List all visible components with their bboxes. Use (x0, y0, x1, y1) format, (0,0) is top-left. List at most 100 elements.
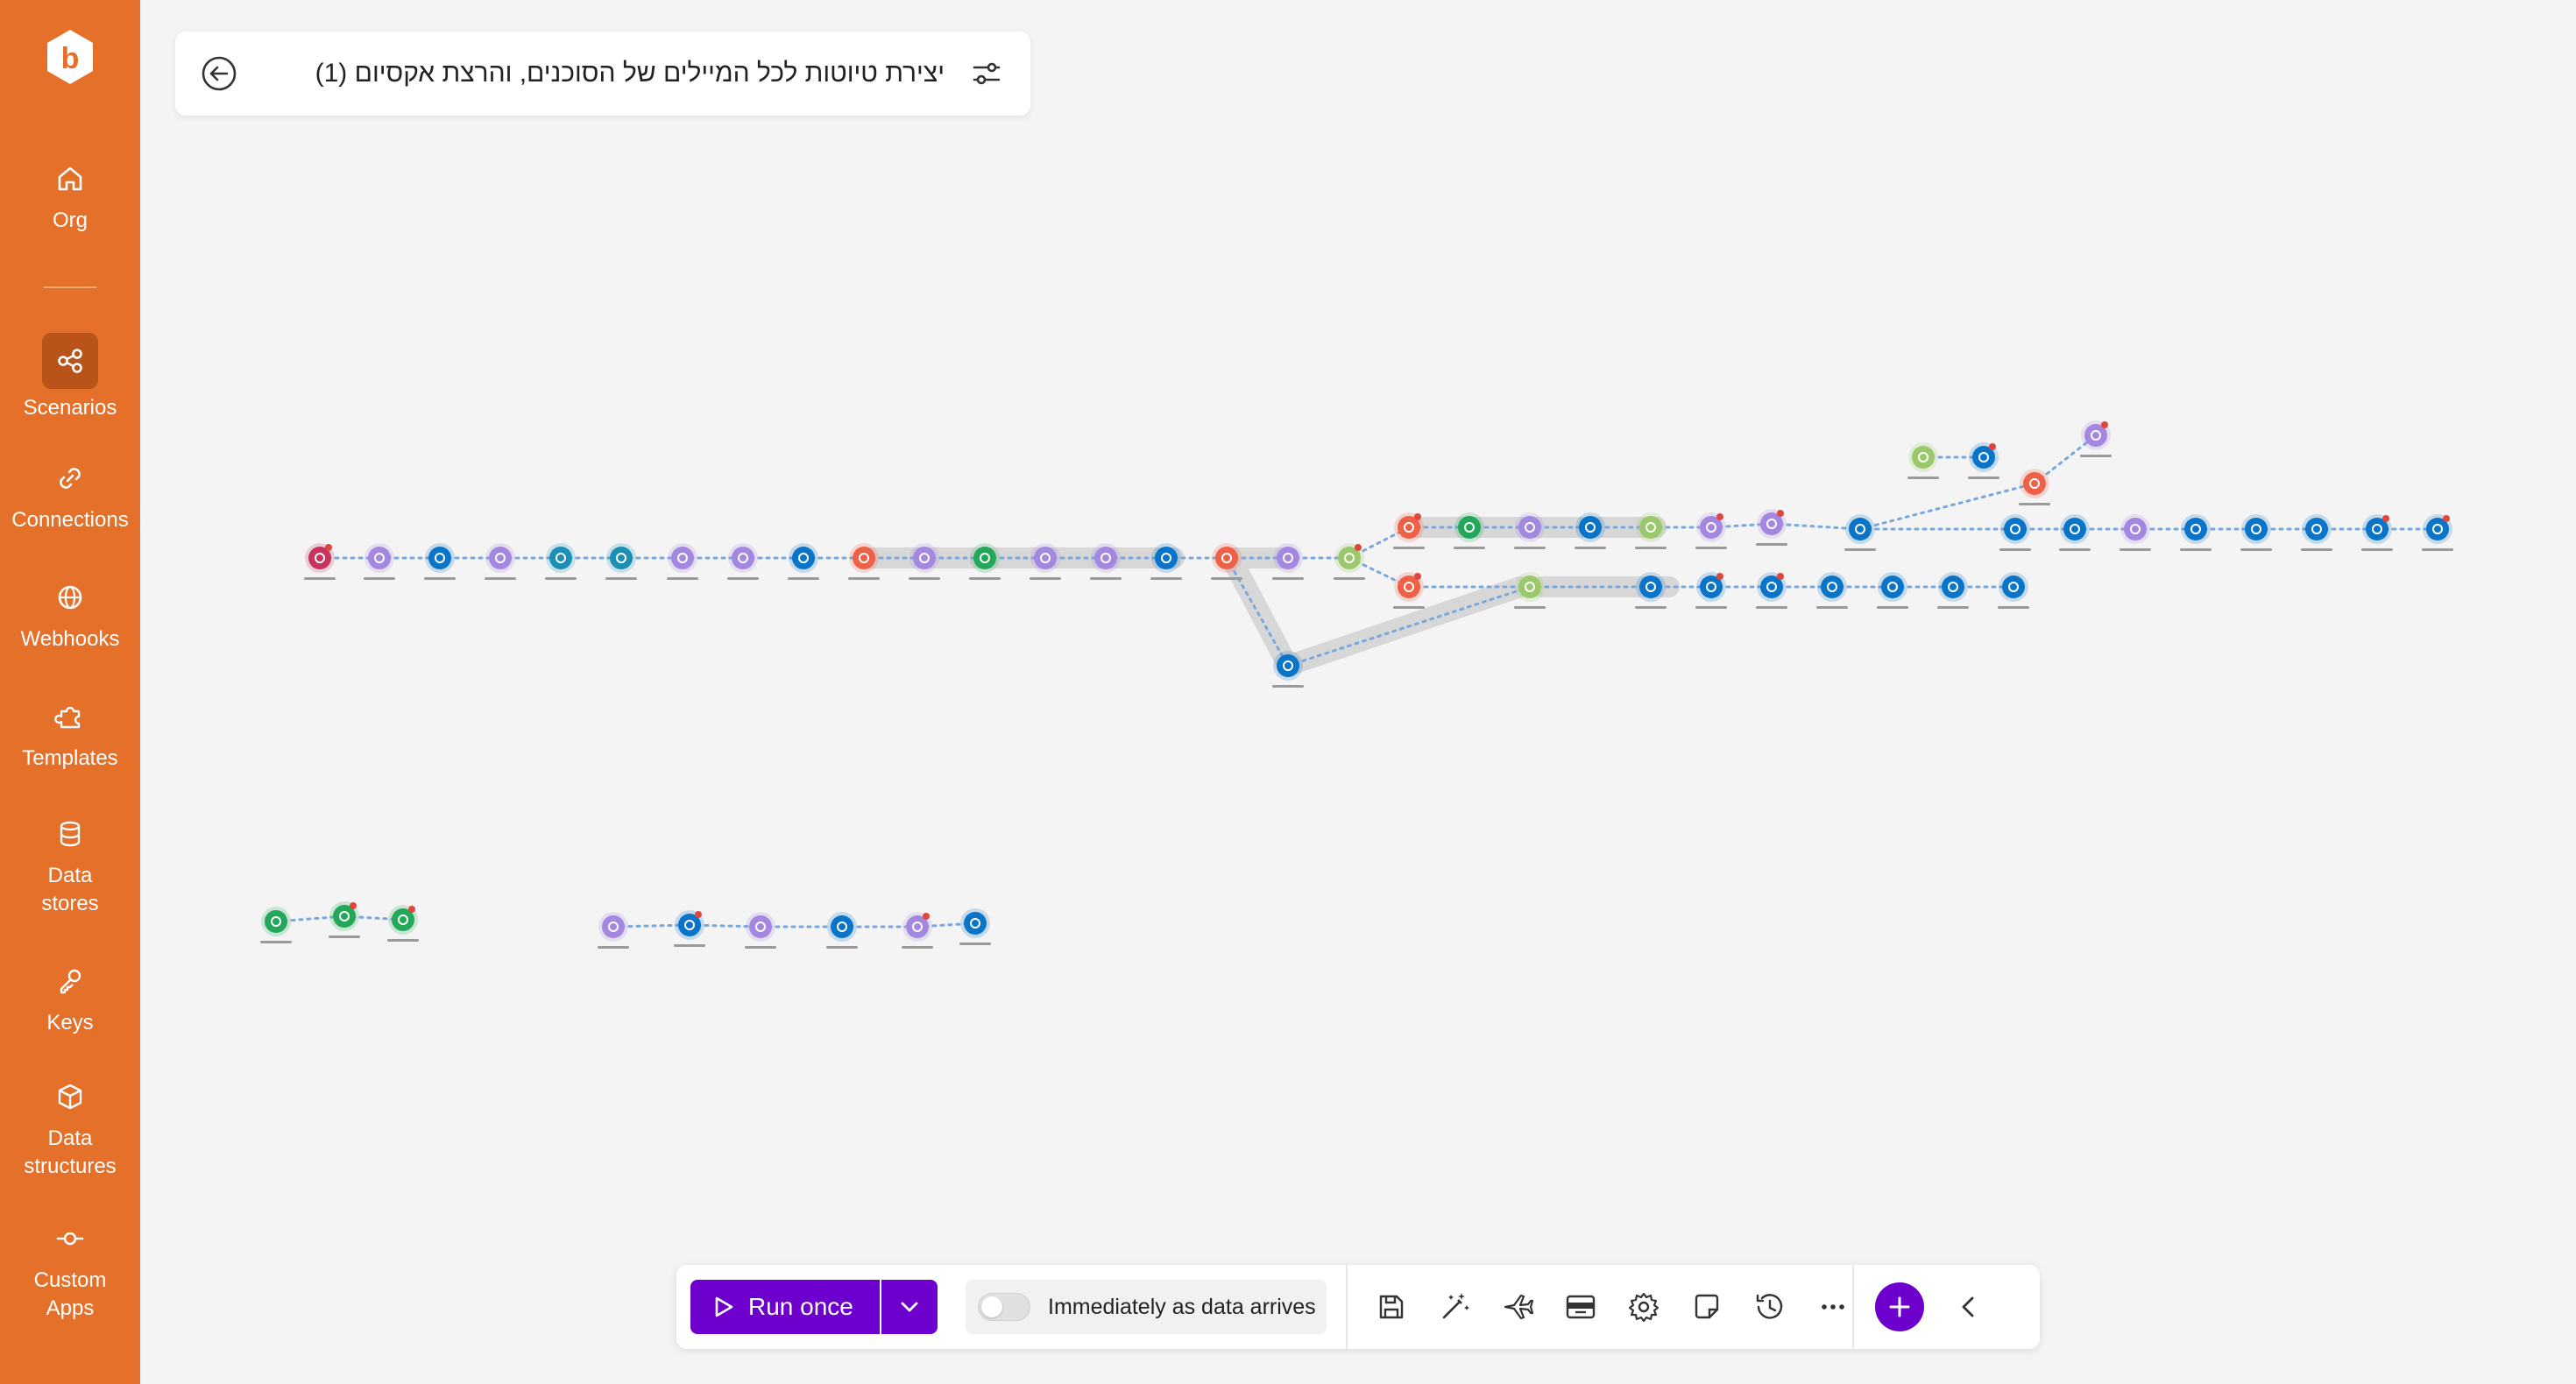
toolbar-divider (1346, 1265, 1348, 1349)
scenario-module[interactable] (1575, 512, 1606, 549)
module-label-placeholder (1272, 685, 1304, 688)
scenario-module[interactable] (598, 912, 629, 949)
scenario-module[interactable] (1877, 572, 1908, 609)
sidebar: b Org Scenarios Connections Webhooks Tem… (0, 0, 140, 1384)
scenario-module[interactable] (1635, 572, 1667, 609)
sidebar-item-data-stores[interactable]: Data stores (0, 811, 140, 918)
module-connector[interactable] (1225, 556, 1290, 667)
module-label-placeholder (2240, 548, 2272, 551)
scenario-module[interactable] (1272, 543, 1304, 580)
sidebar-item-connections[interactable]: Connections (0, 455, 140, 534)
sidebar-item-templates[interactable]: Templates (0, 694, 140, 773)
run-options-dropdown[interactable] (881, 1280, 938, 1334)
scenario-module[interactable] (2301, 514, 2332, 551)
scenario-module[interactable] (969, 543, 1001, 580)
brand-logo[interactable]: b (44, 28, 96, 86)
play-icon (715, 1296, 733, 1317)
scenario-module[interactable] (387, 905, 419, 942)
scenario-module[interactable] (304, 543, 336, 580)
scenario-module[interactable] (959, 908, 991, 945)
scenario-module[interactable] (1844, 514, 1876, 551)
scenario-module[interactable] (1816, 572, 1848, 609)
note-icon[interactable] (1688, 1288, 1726, 1326)
scenario-module[interactable] (2422, 514, 2453, 551)
scenario-title[interactable]: יצירת טיוטות לכל המיילים של הסוכנים, והר… (261, 32, 945, 116)
scenario-module[interactable] (329, 901, 360, 938)
scenario-module[interactable] (674, 910, 705, 947)
module-label-placeholder (1150, 577, 1182, 580)
scenario-module[interactable] (788, 543, 819, 580)
scenario-module[interactable] (1756, 509, 1787, 546)
schedule-toggle[interactable] (978, 1293, 1030, 1321)
scenario-module[interactable] (1756, 572, 1787, 609)
scenario-module[interactable] (848, 543, 880, 580)
scenario-module[interactable] (2240, 514, 2272, 551)
error-badge (1355, 544, 1362, 551)
module-label-placeholder (1907, 477, 1939, 479)
sidebar-item-org[interactable]: Org (0, 156, 140, 235)
scenario-module[interactable] (1393, 512, 1425, 549)
scenario-module[interactable] (2059, 514, 2091, 551)
magic-wand-icon[interactable] (1435, 1288, 1474, 1326)
sidebar-item-scenarios[interactable]: Scenarios (0, 333, 140, 422)
scenario-module[interactable] (1393, 572, 1425, 609)
save-icon[interactable] (1372, 1288, 1411, 1326)
scenario-module[interactable] (605, 543, 637, 580)
scenario-module[interactable] (545, 543, 577, 580)
sidebar-item-data-structures[interactable]: Data structures (0, 1074, 140, 1181)
scenario-module[interactable] (1514, 572, 1546, 609)
scenario-module[interactable] (909, 543, 940, 580)
scenario-module[interactable] (424, 543, 456, 580)
scenario-module[interactable] (1907, 442, 1939, 479)
scenario-module[interactable] (826, 912, 858, 949)
scenario-module[interactable] (745, 912, 776, 949)
run-once-button[interactable]: Run once (690, 1280, 880, 1334)
scenario-module[interactable] (667, 543, 698, 580)
scenario-module[interactable] (2180, 514, 2212, 551)
scenario-module[interactable] (1150, 543, 1182, 580)
scenario-canvas[interactable]: יצירת טיוטות לכל המיילים של הסוכנים, והר… (140, 0, 2576, 1384)
scenario-module[interactable] (902, 912, 933, 949)
module-label-placeholder (605, 577, 637, 580)
history-icon[interactable] (1751, 1288, 1789, 1326)
scenario-module[interactable] (1334, 543, 1365, 580)
gear-icon[interactable] (1624, 1288, 1663, 1326)
sidebar-item-keys[interactable]: Keys (0, 958, 140, 1037)
scenario-module[interactable] (260, 907, 292, 943)
module-label-placeholder (1877, 606, 1908, 609)
scenario-module[interactable] (2080, 420, 2112, 457)
scenario-module[interactable] (727, 543, 759, 580)
scenario-flow[interactable] (140, 0, 2576, 1384)
filter-settings-icon[interactable] (969, 56, 1004, 91)
run-once-label: Run once (748, 1293, 853, 1320)
scenario-module[interactable] (1998, 572, 2029, 609)
layout-icon[interactable] (1561, 1288, 1600, 1326)
more-icon[interactable] (1814, 1288, 1852, 1326)
airplane-icon[interactable] (1498, 1288, 1537, 1326)
error-badge (2101, 421, 2108, 428)
scenario-module[interactable] (2361, 514, 2393, 551)
sidebar-item-label: Webhooks (20, 627, 120, 651)
scenario-module[interactable] (1968, 442, 1999, 479)
add-module-button[interactable] (1875, 1282, 1924, 1331)
scenario-module[interactable] (1635, 512, 1667, 549)
scenario-module[interactable] (364, 543, 395, 580)
sidebar-item-webhooks[interactable]: Webhooks (0, 575, 140, 653)
chevron-left-icon[interactable] (1949, 1288, 1987, 1326)
back-arrow-icon[interactable] (200, 54, 238, 93)
scenario-module[interactable] (485, 543, 516, 580)
scenario-module[interactable] (1514, 512, 1546, 549)
scenario-module[interactable] (1454, 512, 1485, 549)
sidebar-item-label: Data structures (24, 1126, 117, 1178)
scenario-module[interactable] (2019, 469, 2050, 505)
scenario-module[interactable] (2120, 514, 2151, 551)
scenario-module[interactable] (1695, 512, 1727, 549)
module-label-placeholder (260, 941, 292, 943)
scenario-module[interactable] (1272, 651, 1304, 688)
scenario-module[interactable] (1090, 543, 1122, 580)
sidebar-item-custom-apps[interactable]: Custom Apps (0, 1216, 140, 1323)
scenario-module[interactable] (1999, 514, 2031, 551)
scenario-module[interactable] (1030, 543, 1061, 580)
scenario-module[interactable] (1937, 572, 1969, 609)
scenario-module[interactable] (1695, 572, 1727, 609)
